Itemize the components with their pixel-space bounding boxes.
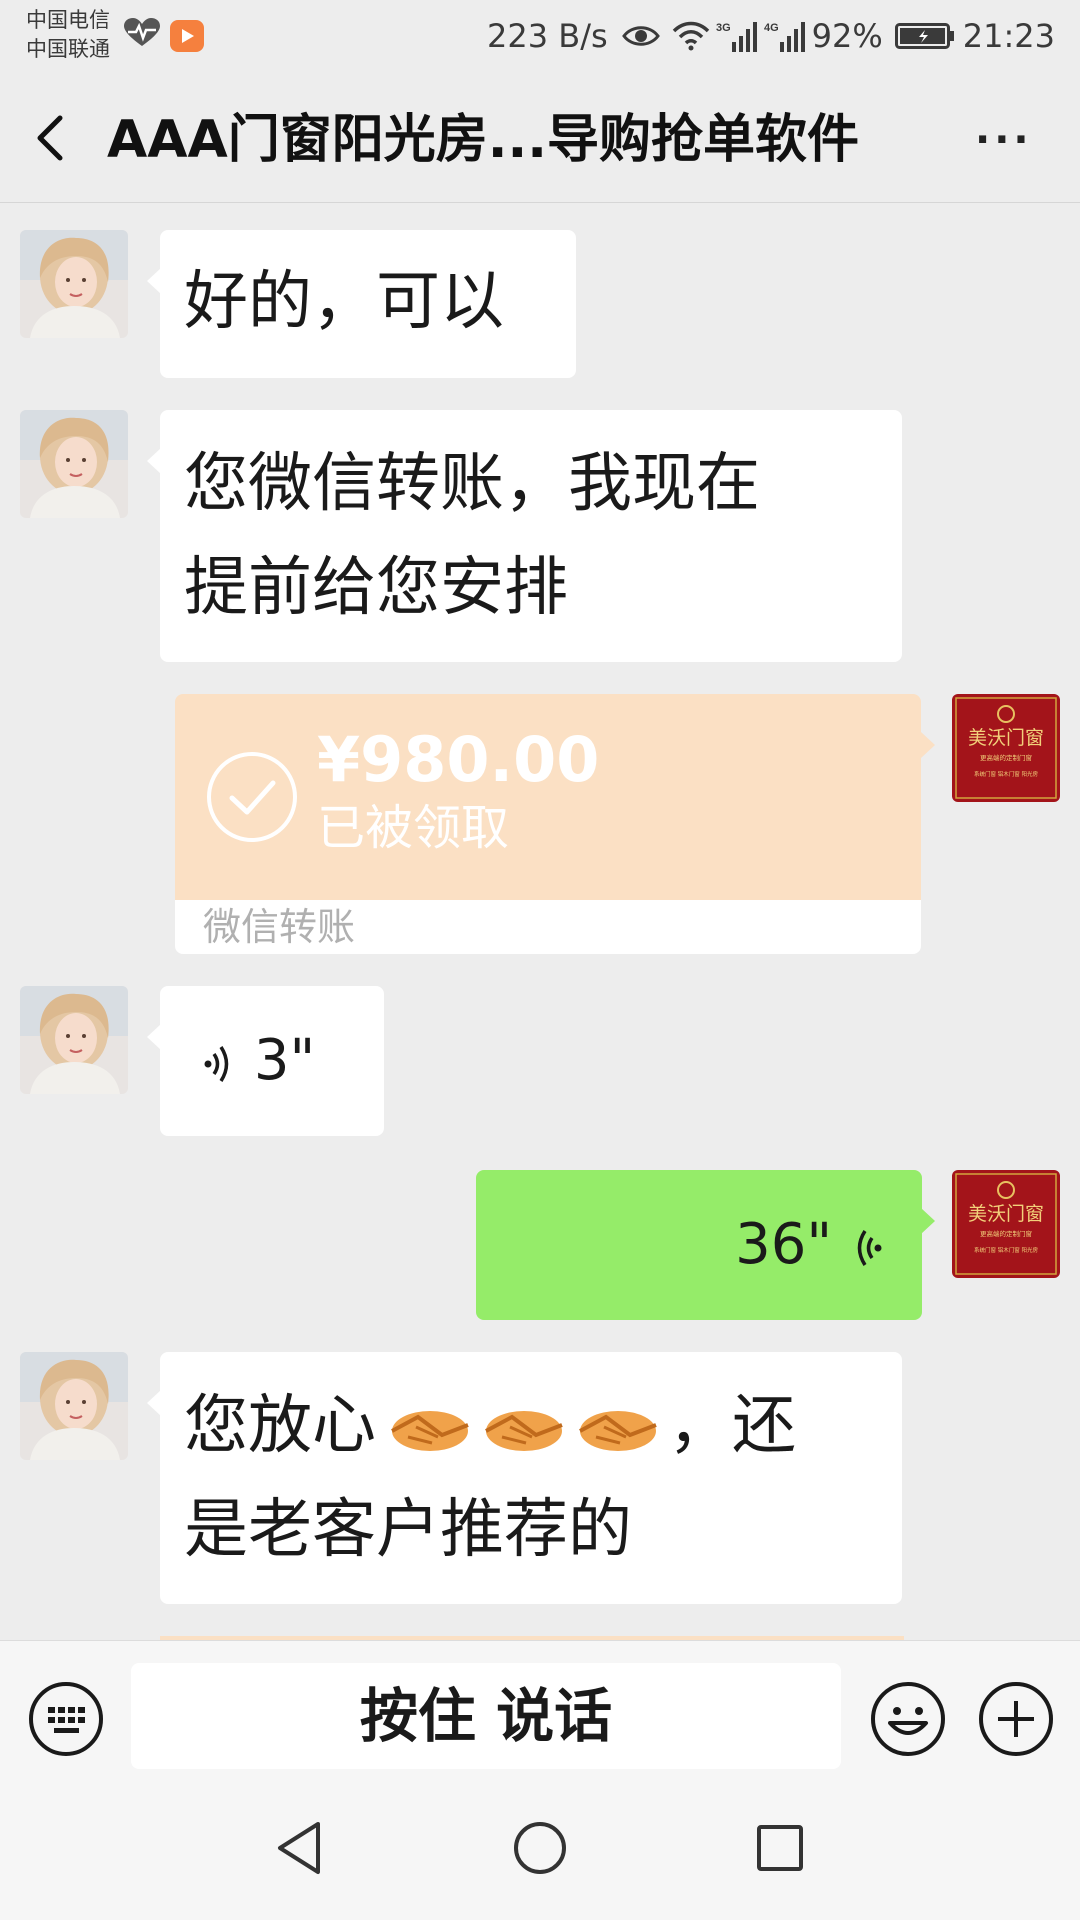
handshake-emoji-icon [579,1411,657,1452]
eye-comfort-icon [621,26,660,46]
carrier-1: 中国电信 [26,8,110,32]
hold-to-talk-button[interactable]: 按住 说话 [131,1663,841,1769]
my-avatar[interactable]: 美沃门窗 更高端的定制门窗 系统门窗 铝木门窗 阳光房 [952,694,1060,802]
video-app-icon [170,20,204,52]
my-avatar[interactable]: 美沃门窗 更高端的定制门窗 系统门窗 铝木门窗 阳光房 [952,1170,1060,1278]
net-4g-label: 4G [764,22,779,34]
voice-message-incoming[interactable]: 3" [147,986,384,1136]
battery-charging-icon [894,23,954,49]
message-text-part: 您放心 [184,1389,376,1463]
avatar-tagline: 更高端的定制门窗 [980,1229,1032,1238]
transfer-card-body: ¥980.00 已被领取 [175,694,935,900]
handshake-emoji-icon [391,1411,469,1452]
clock: 21:23 [962,17,1055,55]
contact-avatar[interactable] [20,1352,128,1460]
signal-3g-icon: 3G [716,22,757,52]
network-speed: 223 B/s [487,17,608,55]
voice-duration: 3" [253,1028,316,1093]
transfer-label: 微信转账 [175,900,921,954]
emoji-icon[interactable] [870,1681,946,1757]
message-bubble-incoming[interactable]: 您放心 ，还 是老客户推荐的 [147,1352,902,1604]
avatar-brand: 美沃门窗 [968,727,1044,749]
avatar-tagline: 更高端的定制门窗 [980,753,1032,762]
contact-avatar[interactable] [20,986,128,1094]
nav-home-circle-icon[interactable] [512,1820,568,1876]
signal-4g-icon: 4G [764,22,805,52]
transfer-amount: ¥980.00 [317,723,600,796]
heart-rate-icon [124,18,160,46]
avatar-subline: 系统门窗 铝木门窗 阳光房 [974,1246,1038,1254]
avatar-subline: 系统门窗 铝木门窗 阳光房 [974,770,1038,778]
plus-icon[interactable] [978,1681,1054,1757]
voice-duration: 36" [735,1212,833,1277]
handshake-emoji-icon [485,1411,563,1452]
carrier-info: 中国电信 中国联通 [26,6,110,64]
message-text: 好的，可以 [184,265,504,339]
message-text-part: ，还 [668,1389,796,1463]
status-bar: 中国电信 中国联通 223 B/s 3G 4G 92% 21:23 [0,0,1080,80]
chat-title: AAA门窗阳光房...导购抢单软件 [107,110,859,170]
voice-message-outgoing[interactable]: 36" [476,1170,935,1320]
wifi-icon [672,21,709,51]
nav-back-triangle-icon[interactable] [274,1820,324,1876]
message-text-line: 您微信转账，我现在 [184,447,760,521]
message-bubble-incoming[interactable]: 好的，可以 [147,230,576,378]
keyboard-icon[interactable] [28,1681,104,1757]
message-bubble-incoming[interactable]: 您微信转账，我现在 提前给您安排 [147,410,902,662]
avatar-brand: 美沃门窗 [968,1203,1044,1225]
voice-wave-icon [204,1045,229,1082]
message-text-line: 提前给您安排 [184,551,568,625]
contact-avatar[interactable] [20,230,128,338]
wechat-transfer-card[interactable]: ¥980.00 已被领取 微信转账 [175,694,935,954]
message-text-line: 您放心 ，还 [184,1374,878,1478]
more-options-button[interactable]: ··· [975,120,1035,160]
chat-header: AAA门窗阳光房...导购抢单软件 ··· [0,80,1080,203]
check-circle-icon [207,752,297,842]
carrier-2: 中国联通 [26,37,110,61]
voice-wave-icon [857,1229,882,1266]
net-3g-label: 3G [716,22,731,34]
battery-percent: 92% [811,17,883,55]
transfer-status: 已被领取 [317,800,510,856]
chat-input-bar: 按住 说话 [0,1640,1080,1781]
back-arrow-icon[interactable] [30,108,70,168]
system-navigation-bar [0,1780,1080,1920]
status-right: 223 B/s 3G 4G 92% 21:23 [487,14,1055,58]
message-text-line: 是老客户推荐的 [184,1493,632,1567]
contact-avatar[interactable] [20,410,128,518]
nav-recent-square-icon[interactable] [756,1824,804,1872]
